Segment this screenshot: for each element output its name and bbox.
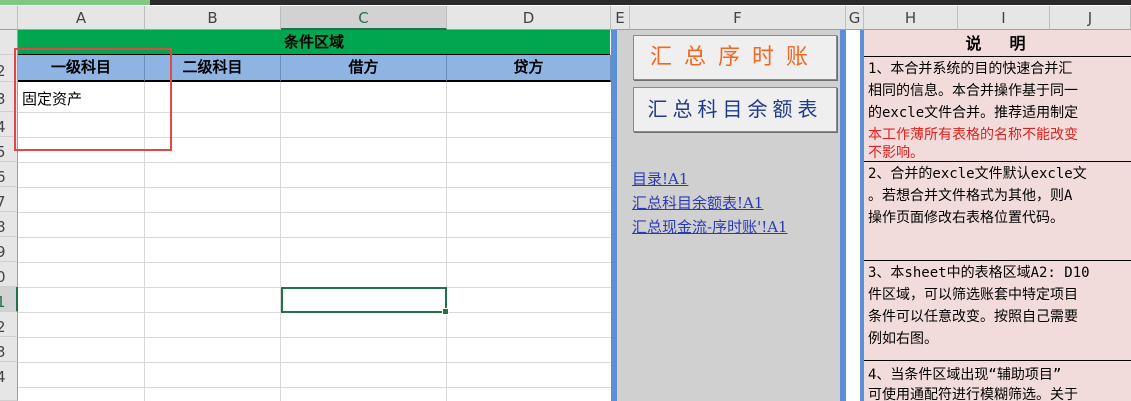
note-line: 1、本合并系统的目的快速合并汇 [868, 61, 1073, 77]
note-line: 的excle文件合并。推荐适用制定 [868, 105, 1079, 121]
notes-divider [864, 161, 1131, 162]
gridline [18, 162, 611, 163]
note-line: 操作页面修改右表格位置代码。 [868, 210, 1064, 226]
row-header-12[interactable]: 2 [0, 312, 18, 337]
note-line: 条件可以任意改变。按照自己需要 [868, 309, 1078, 325]
row-header-7[interactable]: 7 [0, 187, 18, 212]
gridline [280, 82, 281, 401]
gridline [18, 262, 611, 263]
notes-panel: 说明 1、本合并系统的目的快速合并汇 相同的信息。本合并操作基于同一 的excl… [860, 30, 1131, 401]
note-line: 。若想合并文件格式为其他，则A [868, 188, 1073, 204]
note-line: 2、合并的excle文件默认excle文 [868, 166, 1087, 182]
col-header-e[interactable]: E [611, 6, 630, 30]
summary-balance-button[interactable]: 汇总科目余额表 [633, 87, 837, 132]
link-balance-sheet[interactable]: 汇总科目余额表!A1 [632, 192, 763, 213]
col-header-a[interactable]: A [18, 6, 145, 30]
fill-handle[interactable] [442, 308, 449, 315]
select-all-corner[interactable] [0, 6, 18, 30]
col-header-h[interactable]: H [864, 6, 958, 30]
gridline [446, 82, 447, 401]
col-header-d[interactable]: D [447, 6, 611, 30]
notes-divider [864, 56, 1131, 57]
col-header-j[interactable]: J [1050, 6, 1131, 30]
gridline [18, 237, 611, 238]
notes-divider [864, 360, 1131, 361]
link-directory[interactable]: 目录!A1 [632, 168, 688, 189]
gridline [18, 362, 611, 363]
gridline [18, 337, 611, 338]
note-line: 4、当条件区域出现“辅助项目” [868, 367, 1062, 383]
col-header-i[interactable]: I [958, 6, 1050, 30]
gridline [18, 187, 611, 188]
col-header-b[interactable]: B [145, 6, 281, 30]
row-header-8[interactable]: 8 [0, 212, 18, 237]
annotation-box [14, 48, 172, 151]
col-header-g[interactable]: G [846, 6, 864, 30]
summary-journal-button[interactable]: 汇总序时账 [633, 35, 837, 80]
notes-title: 说明 [965, 34, 1054, 53]
row-header-14[interactable]: 4 [0, 362, 18, 401]
row-header-13[interactable]: 3 [0, 337, 18, 362]
header-credit[interactable]: 贷方 [447, 55, 611, 82]
notes-divider [864, 260, 1131, 261]
col-header-c[interactable]: C [281, 6, 447, 30]
col-header-f[interactable]: F [630, 6, 846, 30]
note-line: 相同的信息。本合并操作基于同一 [868, 83, 1078, 99]
note-line: 例如右图。 [868, 331, 938, 347]
note-line: 3、本sheet中的表格区域A2: D10 [868, 265, 1090, 281]
header-debit[interactable]: 借方 [281, 55, 447, 82]
gridline [18, 387, 611, 388]
active-cell-c11[interactable] [281, 287, 449, 315]
link-cashflow-journal[interactable]: 汇总现金流-序时账'!A1 [632, 216, 788, 237]
row-header-10[interactable]: 0 [0, 262, 18, 287]
row-header-11[interactable]: 1 [0, 287, 18, 312]
row-header-6[interactable]: 6 [0, 162, 18, 187]
note-line: 件区域，可以筛选账套中特定项目 [868, 287, 1078, 303]
gridline [18, 212, 611, 213]
note-line: 可使用通配符进行模糊筛选。关于 [868, 387, 1078, 401]
row-header-9[interactable]: 9 [0, 237, 18, 262]
